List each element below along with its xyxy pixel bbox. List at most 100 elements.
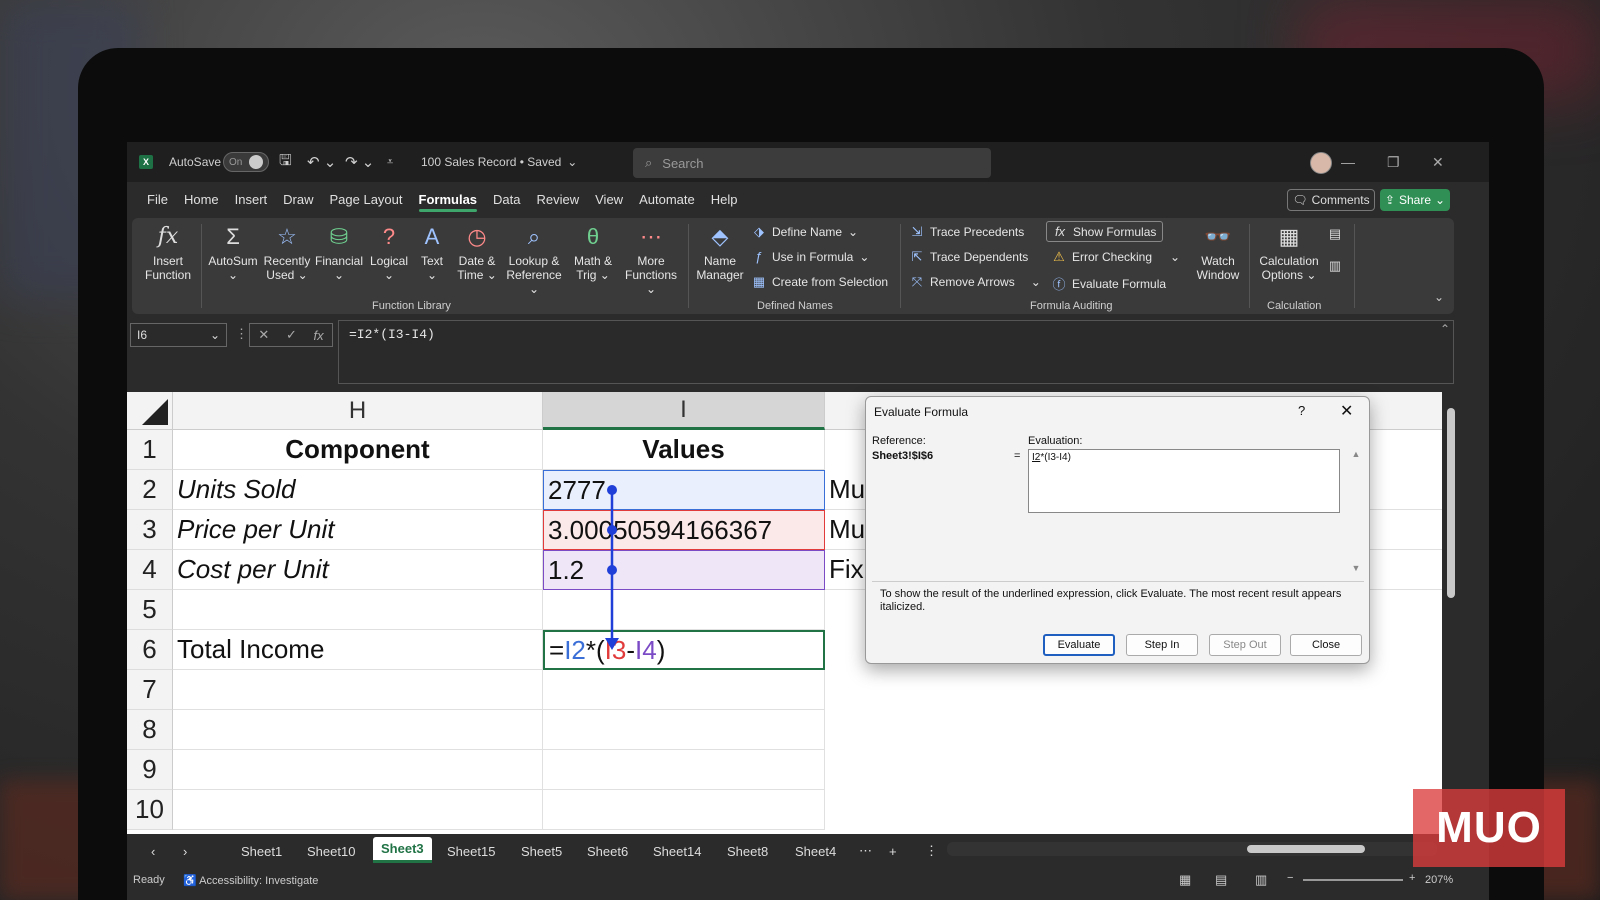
evaluate-button[interactable]: Evaluate [1043, 634, 1115, 656]
row-header[interactable]: 2 [127, 470, 173, 510]
menu-home[interactable]: Home [176, 182, 227, 216]
text-button[interactable]: A Text ⌄ [414, 222, 450, 283]
cell-h1[interactable]: Component [173, 430, 543, 470]
row-header[interactable]: 7 [127, 670, 173, 710]
row-header[interactable]: 3 [127, 510, 173, 550]
customize-qat-icon[interactable]: ⩡ [387, 142, 393, 182]
step-out-button[interactable]: Step Out [1209, 634, 1281, 656]
tab-sheet5[interactable]: Sheet5 [513, 840, 570, 862]
cancel-icon[interactable]: ✕ [258, 327, 269, 343]
autosum-button[interactable]: Σ AutoSum ⌄ [206, 222, 260, 283]
close-icon[interactable]: ✕ [1340, 401, 1353, 421]
scroll-up-icon[interactable]: ▲ [1352, 449, 1361, 459]
define-name-button[interactable]: ⬗ Define Name ⌄ [752, 224, 858, 240]
tab-sheet3[interactable]: Sheet3 [373, 837, 432, 863]
row-header[interactable]: 9 [127, 750, 173, 790]
close-button[interactable]: Close [1290, 634, 1362, 656]
cell-i9[interactable] [543, 750, 825, 790]
close-icon[interactable]: ✕ [1432, 142, 1444, 182]
autosave-toggle-wrap[interactable]: On [223, 142, 269, 182]
vertical-scroll-thumb[interactable] [1447, 408, 1455, 598]
cell-h8[interactable] [173, 710, 543, 750]
menu-view[interactable]: View [587, 182, 631, 216]
cell-i5[interactable] [543, 590, 825, 630]
cell-h9[interactable] [173, 750, 543, 790]
zoom-slider[interactable] [1303, 879, 1403, 881]
save-icon[interactable]: 🖫 [279, 142, 292, 182]
cell-i1[interactable]: Values [543, 430, 825, 470]
page-layout-view-icon[interactable]: ▤ [1215, 872, 1227, 888]
create-from-selection-button[interactable]: ▦ Create from Selection [752, 274, 888, 290]
cell-i7[interactable] [543, 670, 825, 710]
row-header[interactable]: 1 [127, 430, 173, 470]
trace-dependents-button[interactable]: ⇱ Trace Dependents [910, 249, 1029, 265]
financial-button[interactable]: ⛁ Financial ⌄ [314, 222, 364, 283]
name-box[interactable]: I6 ⌄ [130, 323, 227, 347]
cell-i10[interactable] [543, 790, 825, 830]
lookup-reference-button[interactable]: ⌕ Lookup & Reference ⌄ [502, 222, 566, 297]
date-time-button[interactable]: ◷ Date & Time ⌄ [452, 222, 502, 283]
formula-input[interactable]: =I2*(I3-I4) [338, 320, 1454, 384]
help-icon[interactable]: ? [1298, 403, 1305, 418]
step-in-button[interactable]: Step In [1126, 634, 1198, 656]
avatar[interactable] [1310, 152, 1332, 174]
chevron-up-icon[interactable]: ⌃ [1440, 322, 1450, 336]
scroll-down-icon[interactable]: ▼ [1352, 563, 1361, 573]
tab-scroll-left-icon[interactable]: ‹ [143, 840, 163, 862]
calculation-options-button[interactable]: ▦ Calculation Options ⌄ [1256, 222, 1322, 283]
search-box[interactable]: ⌕ Search [633, 148, 991, 178]
evaluation-scrollbar[interactable]: ▲ ▼ [1349, 449, 1363, 573]
menu-insert[interactable]: Insert [227, 182, 276, 216]
redo-icon[interactable]: ↷ ⌄ [345, 142, 374, 182]
fx-icon[interactable]: fx [314, 328, 324, 343]
zoom-in-icon[interactable]: + [1409, 872, 1415, 884]
cell-h10[interactable] [173, 790, 543, 830]
document-title[interactable]: 100 Sales Record • Saved ⌄ [421, 142, 577, 182]
menu-data[interactable]: Data [485, 182, 528, 216]
row-header[interactable]: 10 [127, 790, 173, 830]
normal-view-icon[interactable]: ▦ [1179, 872, 1191, 888]
name-manager-button[interactable]: ⬘ Name Manager [692, 222, 748, 283]
cell-h3[interactable]: Price per Unit [173, 510, 543, 550]
calculate-now-button[interactable]: ▤ [1328, 226, 1342, 242]
menu-help[interactable]: Help [703, 182, 746, 216]
math-trig-button[interactable]: θ Math & Trig ⌄ [568, 222, 618, 283]
cell-i3[interactable]: 3.00050594166367 [543, 510, 825, 550]
evaluate-formula-button[interactable]: ⓕ Evaluate Formula [1052, 274, 1166, 293]
select-all-corner[interactable] [127, 392, 173, 430]
recently-used-button[interactable]: ☆ Recently Used ⌄ [262, 222, 312, 283]
menu-page-layout[interactable]: Page Layout [322, 182, 411, 216]
cell-h5[interactable] [173, 590, 543, 630]
undo-icon[interactable]: ↶ ⌄ [307, 142, 336, 182]
trace-precedents-button[interactable]: ⇲ Trace Precedents [910, 224, 1025, 240]
row-header[interactable]: 4 [127, 550, 173, 590]
enter-icon[interactable]: ✓ [286, 327, 297, 343]
show-formulas-button[interactable]: fx Show Formulas [1046, 221, 1164, 242]
comments-button[interactable]: 🗨 Comments [1287, 189, 1375, 211]
cell-h2[interactable]: Units Sold [173, 470, 543, 510]
cell-i8[interactable] [543, 710, 825, 750]
tab-sheet8[interactable]: Sheet8 [719, 840, 776, 862]
menu-file[interactable]: File [139, 182, 176, 216]
row-header[interactable]: 5 [127, 590, 173, 630]
more-functions-button[interactable]: ⋯ More Functions ⌄ [620, 222, 682, 297]
column-header-i[interactable]: I [543, 392, 825, 430]
tab-sheet1[interactable]: Sheet1 [233, 840, 290, 862]
menu-formulas[interactable]: Formulas [411, 182, 486, 216]
watch-window-button[interactable]: 👓 Watch Window [1192, 222, 1244, 283]
tab-sheet6[interactable]: Sheet6 [579, 840, 636, 862]
row-header[interactable]: 8 [127, 710, 173, 750]
zoom-out-icon[interactable]: − [1287, 872, 1293, 884]
cell-i6[interactable]: = I2 *(I3- I4) [543, 630, 825, 670]
cell-i2[interactable]: 2777 [543, 470, 825, 510]
tab-options-icon[interactable]: ⋮ [917, 840, 946, 862]
error-checking-button[interactable]: ⚠ Error Checking ⌄ [1052, 249, 1180, 265]
cell-h4[interactable]: Cost per Unit [173, 550, 543, 590]
more-options-icon[interactable]: ⋮ [235, 326, 248, 342]
autosave-toggle[interactable]: On [223, 152, 269, 172]
zoom-level[interactable]: 207% [1425, 874, 1453, 886]
row-header[interactable]: 6 [127, 630, 173, 670]
calculate-sheet-button[interactable]: ▥ [1328, 258, 1342, 274]
cell-h6[interactable]: Total Income [173, 630, 543, 670]
page-break-view-icon[interactable]: ▥ [1255, 872, 1267, 888]
